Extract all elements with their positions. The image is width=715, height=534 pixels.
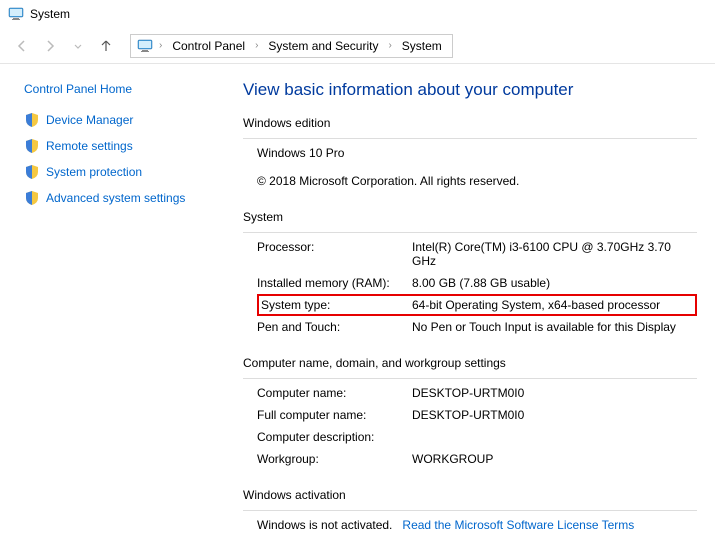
row-value: 8.00 GB (7.88 GB usable) — [412, 276, 697, 290]
row-value — [412, 430, 697, 444]
monitor-icon — [137, 38, 153, 54]
row-label: Computer description: — [257, 430, 412, 444]
full-computer-name-row: Full computer name: DESKTOP-URTM0I0 — [257, 404, 697, 426]
control-panel-home-link[interactable]: Control Panel Home — [24, 82, 223, 96]
sidebar-item-remote-settings[interactable]: Remote settings — [24, 138, 223, 154]
section-title: System — [243, 210, 697, 224]
row-label: Processor: — [257, 240, 412, 268]
activation-section: Windows activation Windows is not activa… — [243, 488, 697, 534]
row-label: Computer name: — [257, 386, 412, 400]
system-type-row-highlighted: System type: 64-bit Operating System, x6… — [257, 294, 697, 316]
shield-icon — [24, 164, 40, 180]
divider — [243, 138, 697, 139]
edition-value: Windows 10 Pro — [257, 146, 344, 160]
shield-icon — [24, 112, 40, 128]
row-value: DESKTOP-URTM0I0 — [412, 386, 697, 400]
shield-icon — [24, 190, 40, 206]
breadcrumb[interactable]: › Control Panel › System and Security › … — [130, 34, 453, 58]
sidebar-item-label: System protection — [46, 165, 142, 179]
sidebar-item-label: Remote settings — [46, 139, 133, 153]
workgroup-row: Workgroup: WORKGROUP — [257, 448, 697, 470]
row-label: Workgroup: — [257, 452, 412, 466]
row-value: WORKGROUP — [412, 452, 697, 466]
row-value: DESKTOP-URTM0I0 — [412, 408, 697, 422]
section-title: Windows edition — [243, 116, 697, 130]
ram-row: Installed memory (RAM): 8.00 GB (7.88 GB… — [257, 272, 697, 294]
row-value: No Pen or Touch Input is available for t… — [412, 320, 697, 334]
license-terms-link[interactable]: Read the Microsoft Software License Term… — [402, 518, 634, 532]
sidebar-item-system-protection[interactable]: System protection — [24, 164, 223, 180]
breadcrumb-system[interactable]: System — [398, 37, 446, 55]
breadcrumb-system-security[interactable]: System and Security — [264, 37, 382, 55]
divider — [243, 232, 697, 233]
navbar: › Control Panel › System and Security › … — [0, 28, 715, 64]
sidebar-item-label: Advanced system settings — [46, 191, 185, 205]
row-label: Full computer name: — [257, 408, 412, 422]
sidebar-item-device-manager[interactable]: Device Manager — [24, 112, 223, 128]
breadcrumb-control-panel[interactable]: Control Panel — [168, 37, 249, 55]
section-title: Windows activation — [243, 488, 697, 502]
main-panel: View basic information about your comput… — [235, 64, 715, 534]
computer-name-section: Computer name, domain, and workgroup set… — [243, 356, 697, 470]
computer-name-row: Computer name: DESKTOP-URTM0I0 — [257, 382, 697, 404]
row-value: 64-bit Operating System, x64-based proce… — [412, 298, 660, 312]
processor-row: Processor: Intel(R) Core(TM) i3-6100 CPU… — [257, 236, 697, 272]
system-section: System Processor: Intel(R) Core(TM) i3-6… — [243, 210, 697, 338]
shield-icon — [24, 138, 40, 154]
titlebar: System — [0, 0, 715, 28]
row-value: Intel(R) Core(TM) i3-6100 CPU @ 3.70GHz … — [412, 240, 697, 268]
back-button[interactable] — [12, 36, 32, 56]
row-label: System type: — [261, 298, 412, 312]
forward-button[interactable] — [40, 36, 60, 56]
recent-dropdown[interactable] — [68, 36, 88, 56]
row-label: Installed memory (RAM): — [257, 276, 412, 290]
content-area: Control Panel Home Device Manager Remote… — [0, 64, 715, 534]
windows-edition-section: Windows edition Windows 10 Pro © 2018 Mi… — [243, 116, 697, 192]
page-heading: View basic information about your comput… — [243, 80, 697, 100]
chevron-right-icon: › — [386, 40, 393, 51]
chevron-right-icon: › — [253, 40, 260, 51]
row-label: Pen and Touch: — [257, 320, 412, 334]
chevron-right-icon: › — [157, 40, 164, 51]
divider — [243, 510, 697, 511]
computer-description-row: Computer description: — [257, 426, 697, 448]
divider — [243, 378, 697, 379]
copyright-text: © 2018 Microsoft Corporation. All rights… — [257, 174, 519, 188]
sidebar-item-advanced-settings[interactable]: Advanced system settings — [24, 190, 223, 206]
activation-status: Windows is not activated. — [257, 518, 392, 532]
pen-touch-row: Pen and Touch: No Pen or Touch Input is … — [257, 316, 697, 338]
sidebar-item-label: Device Manager — [46, 113, 133, 127]
up-button[interactable] — [96, 36, 116, 56]
sidebar: Control Panel Home Device Manager Remote… — [0, 64, 235, 534]
window-title: System — [30, 7, 70, 21]
section-title: Computer name, domain, and workgroup set… — [243, 356, 697, 370]
system-icon — [8, 6, 24, 22]
